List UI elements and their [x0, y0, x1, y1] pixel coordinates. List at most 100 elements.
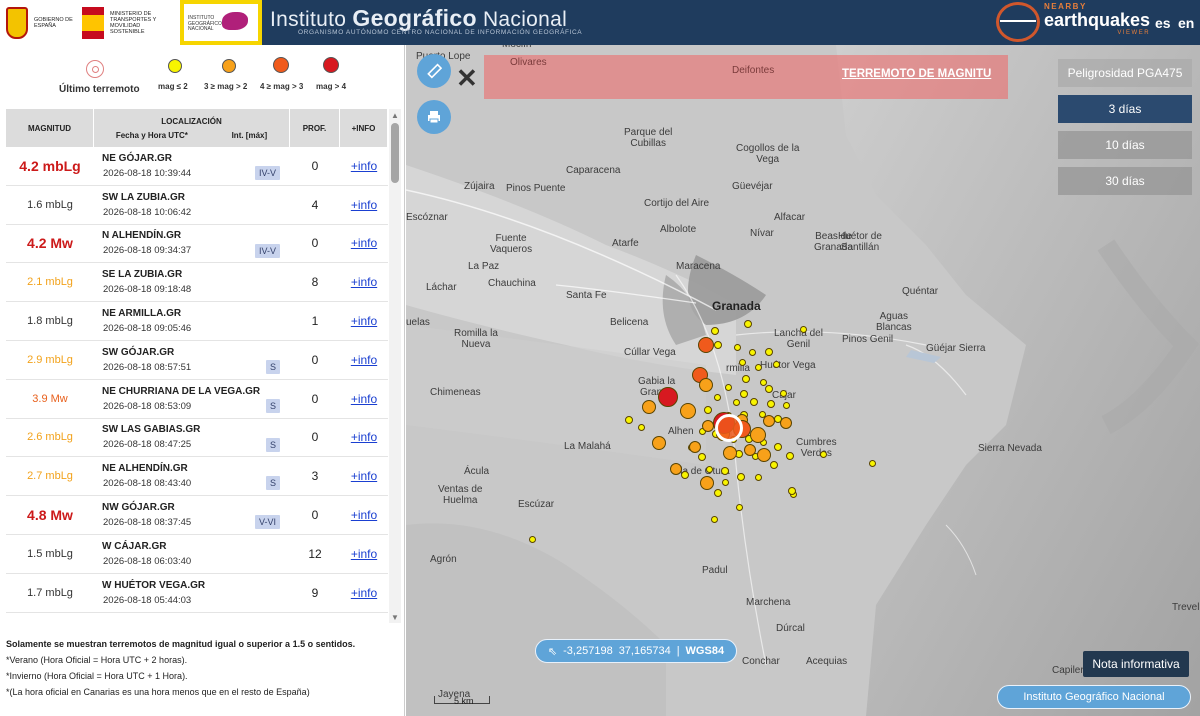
earthquake-marker[interactable] — [680, 403, 696, 419]
table-row[interactable]: 1.7 mbLg W HUÉTOR VEGA.GR 2026-08-18 05:44… — [6, 574, 388, 613]
measure-tool-button[interactable] — [417, 54, 451, 88]
earthquake-marker[interactable] — [786, 452, 794, 460]
earthquake-marker[interactable] — [689, 441, 701, 453]
earthquake-marker[interactable] — [774, 443, 782, 451]
earthquake-marker[interactable] — [750, 398, 758, 406]
scrollbar-thumb[interactable] — [391, 123, 399, 183]
earthquake-marker[interactable] — [740, 390, 748, 398]
nota-informativa-button[interactable]: Nota informativa — [1083, 651, 1189, 677]
info-link[interactable]: +info — [351, 586, 377, 600]
earthquake-marker[interactable] — [652, 436, 666, 450]
earthquake-marker[interactable] — [721, 478, 729, 486]
col-depth[interactable]: PROF. — [290, 109, 340, 147]
earthquake-marker[interactable] — [723, 446, 737, 460]
lang-en-link[interactable]: en — [1178, 15, 1194, 31]
table-row[interactable]: 1.6 mbLg SW LA ZUBIA.GR 2026-08-18 10:06:4… — [6, 186, 388, 225]
alert-banner[interactable]: Olivares Deifontes TERREMOTO DE MAGNITU — [484, 55, 1008, 99]
info-link[interactable]: +info — [351, 430, 377, 444]
table-row[interactable]: 2.6 mbLg SW LAS GABIAS.GR 2026-08-18 08:47… — [6, 419, 388, 458]
earthquake-marker[interactable] — [757, 448, 771, 462]
earthquake-marker[interactable] — [528, 535, 536, 543]
earthquake-marker[interactable] — [742, 375, 750, 383]
info-link[interactable]: +info — [351, 392, 377, 406]
table-row[interactable]: 2.9 mbLg SW GÓJAR.GR 2026-08-18 08:57:51 S 0… — [6, 341, 388, 380]
earthquake-marker[interactable] — [772, 360, 780, 368]
earthquake-marker[interactable] — [735, 503, 743, 511]
earthquake-marker[interactable] — [625, 416, 633, 424]
pga-hazard-toggle[interactable]: Peligrosidad PGA475 — [1058, 59, 1192, 87]
earthquake-marker[interactable] — [698, 337, 714, 353]
earthquake-marker[interactable] — [782, 401, 790, 409]
table-row[interactable]: 2.7 mbLg NE ALHENDÍN.GR 2026-08-18 08:43:4… — [6, 457, 388, 497]
earthquake-marker[interactable] — [819, 450, 827, 458]
range-3-days-button[interactable]: 3 días — [1058, 95, 1192, 123]
earthquake-marker[interactable] — [642, 400, 656, 414]
earthquake-marker[interactable] — [714, 489, 722, 497]
last-earthquake-marker[interactable] — [715, 414, 743, 442]
table-row[interactable]: 4.2 Mw N ALHENDÍN.GR 2026-08-18 09:34:37 IV… — [6, 225, 388, 264]
earthquake-marker[interactable] — [759, 378, 767, 386]
earthquake-marker[interactable] — [738, 358, 746, 366]
col-location[interactable]: LOCALIZACIÓN Fecha y Hora UTC* Int. [máx… — [94, 109, 290, 147]
earthquake-marker[interactable] — [767, 400, 775, 408]
earthquake-marker[interactable] — [754, 363, 762, 371]
table-row[interactable]: 4.8 Mw NW GÓJAR.GR 2026-08-18 08:37:45 V-VI… — [6, 496, 388, 535]
map-view[interactable]: MoclínPuerto LopeParque del CubillasCogo… — [406, 45, 1200, 716]
earthquake-marker[interactable] — [670, 463, 682, 475]
earthquake-marker[interactable] — [765, 348, 773, 356]
info-link[interactable]: +info — [351, 198, 377, 212]
table-scrollbar[interactable] — [389, 109, 401, 623]
table-row[interactable]: 1.8 mbLg NE ARMILLA.GR 2026-08-18 09:05:46… — [6, 302, 388, 341]
earthquake-marker[interactable] — [700, 476, 714, 490]
table-row[interactable]: 4.2 mbLg NE GÓJAR.GR 2026-08-18 10:39:44 IV… — [6, 147, 388, 186]
info-link[interactable]: +info — [351, 353, 377, 367]
col-magnitude[interactable]: MAGNITUD — [6, 109, 94, 147]
seismograph-logo-icon[interactable] — [996, 2, 1040, 42]
print-button[interactable] — [417, 100, 451, 134]
earthquake-marker[interactable] — [721, 467, 729, 475]
earthquake-marker[interactable] — [713, 393, 721, 401]
info-link[interactable]: +info — [351, 508, 377, 522]
earthquake-marker[interactable] — [733, 343, 741, 351]
earthquake-marker[interactable] — [868, 459, 876, 467]
range-30-days-button[interactable]: 30 días — [1058, 167, 1192, 195]
table-row[interactable]: 1.7 mbLgSE GRANADA.GR6+info — [6, 613, 388, 623]
close-icon[interactable]: ✕ — [456, 63, 478, 94]
earthquake-marker[interactable] — [779, 389, 787, 397]
earthquake-marker[interactable] — [765, 385, 773, 393]
earthquake-marker[interactable] — [744, 320, 752, 328]
earthquake-marker[interactable] — [637, 423, 645, 431]
earthquake-marker[interactable] — [754, 473, 762, 481]
earthquake-marker[interactable] — [763, 415, 775, 427]
table-row[interactable]: 3.9 Mw NE CHURRIANA DE LA VEGA.GR 2026-08-… — [6, 380, 388, 419]
earthquake-marker[interactable] — [698, 453, 706, 461]
earthquake-marker[interactable] — [737, 473, 745, 481]
info-link[interactable]: +info — [351, 236, 377, 250]
info-link[interactable]: +info — [351, 547, 377, 561]
table-row[interactable]: 1.5 mbLg W CÁJAR.GR 2026-08-18 06:03:40 12 +… — [6, 535, 388, 574]
info-link[interactable]: +info — [351, 314, 377, 328]
alert-banner-link[interactable]: TERREMOTO DE MAGNITU — [842, 68, 991, 80]
earthquake-marker[interactable] — [799, 325, 807, 333]
earthquake-marker[interactable] — [744, 444, 756, 456]
info-link[interactable]: +info — [351, 275, 377, 289]
earthquake-marker[interactable] — [681, 471, 689, 479]
lang-es-link[interactable]: es — [1155, 15, 1171, 31]
earthquake-marker[interactable] — [780, 417, 792, 429]
info-link[interactable]: +info — [351, 469, 377, 483]
range-10-days-button[interactable]: 10 días — [1058, 131, 1192, 159]
scroll-down-icon[interactable]: ▼ — [391, 613, 399, 622]
earthquake-marker[interactable] — [748, 348, 756, 356]
earthquake-marker[interactable] — [704, 406, 712, 414]
earthquake-marker[interactable] — [699, 378, 713, 392]
earthquake-marker[interactable] — [705, 465, 713, 473]
earthquake-marker[interactable] — [714, 341, 722, 349]
ign-link-button[interactable]: Instituto Geográfico Nacional — [997, 685, 1191, 709]
earthquake-marker[interactable] — [788, 487, 796, 495]
earthquake-marker[interactable] — [732, 398, 740, 406]
ign-title[interactable]: Instituto Geográfico Nacional — [270, 5, 567, 32]
earthquake-marker[interactable] — [710, 515, 718, 523]
table-row[interactable]: 2.1 mbLg SE LA ZUBIA.GR 2026-08-18 09:18:4… — [6, 263, 388, 303]
earthquake-marker[interactable] — [658, 387, 678, 407]
earthquake-marker[interactable] — [770, 461, 778, 469]
